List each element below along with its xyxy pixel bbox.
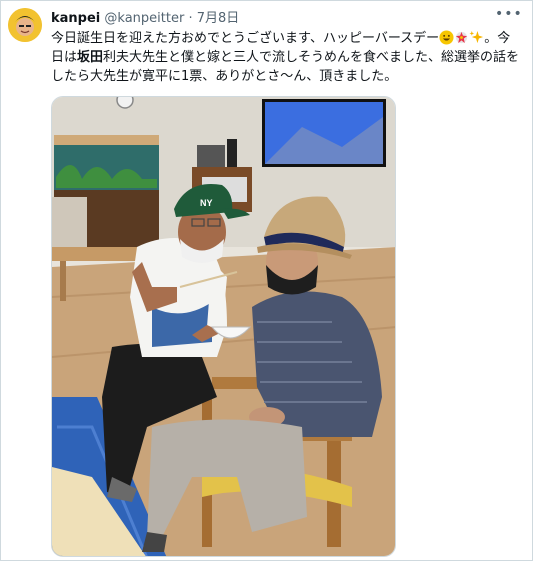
more-dots-icon[interactable]: ••• — [495, 7, 522, 25]
tweet-card[interactable]: kanpei @kanpeitter · 7月8日 ••• 今日誕生日を迎えた方… — [0, 0, 533, 561]
display-name[interactable]: kanpei — [51, 11, 100, 26]
avatar[interactable] — [8, 8, 42, 42]
separator: · — [188, 11, 193, 26]
sparkles-emoji — [469, 30, 484, 44]
tweet-text-part1: 今日誕生日を迎えた方おめでとうございます、ハッピーバースデー — [51, 31, 440, 46]
tweet-date[interactable]: 7月8日 — [197, 11, 240, 26]
photo-illustration: NY — [52, 97, 395, 556]
tweet-text-bold: 坂田 — [77, 50, 104, 65]
smiley-face-emoji — [439, 30, 454, 45]
tweet-header: kanpei @kanpeitter · 7月8日 — [51, 10, 239, 28]
balloon-emoji — [456, 31, 468, 44]
handle[interactable]: @kanpeitter — [104, 11, 184, 26]
tweet-photo[interactable]: NY — [51, 96, 396, 557]
tweet-text: 今日誕生日を迎えた方おめでとうございます、ハッピーバースデー 。今日は坂田利夫大先… — [51, 29, 521, 86]
tweet-text-part3: 利夫大先生と僕と嫁と三人で流しそうめんを食べました、総選挙の話をしたら大先生が寛… — [51, 50, 520, 84]
cap-logo: NY — [200, 198, 213, 208]
